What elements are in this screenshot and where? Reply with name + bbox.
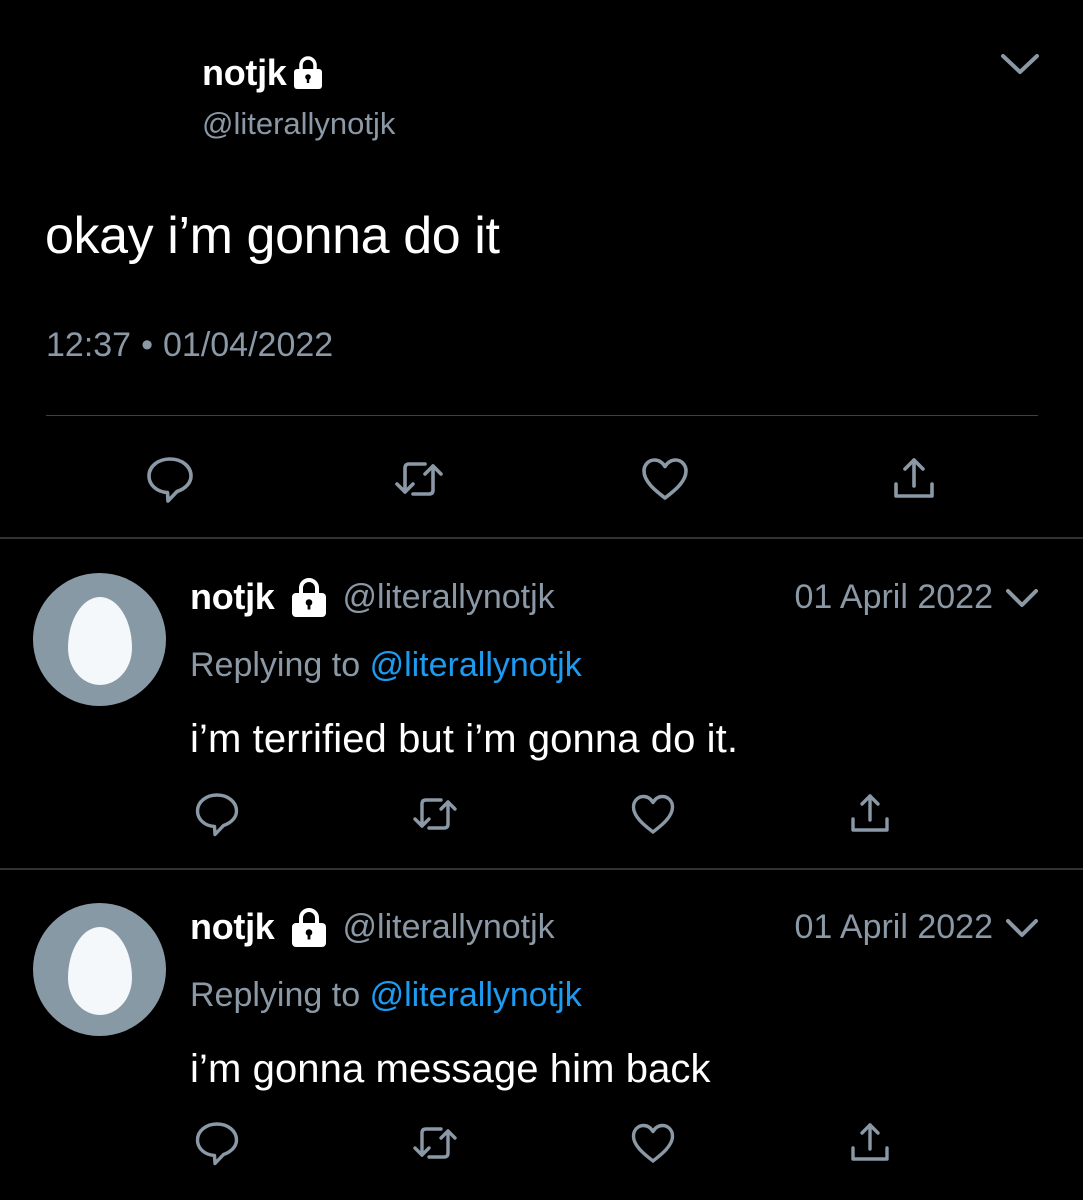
tweet-text: i’m terrified but i’m gonna do it.: [190, 717, 739, 761]
reply-header: notjk @literallynotjk: [190, 574, 555, 620]
author-handle[interactable]: @literallynotjk: [202, 106, 395, 142]
like-icon: [631, 1123, 675, 1163]
replying-to: Replying to @literallynotjk: [190, 646, 582, 685]
tweet-text: i’m gonna message him back: [190, 1047, 711, 1091]
replying-to: Replying to @literallynotjk: [190, 976, 582, 1015]
reply-date: 01 April 2022: [794, 578, 994, 616]
reply-icon: [195, 1122, 239, 1166]
retweet-icon: [413, 1127, 457, 1159]
tweet-time: 12:37: [46, 326, 132, 364]
like-button[interactable]: [629, 1120, 677, 1166]
reply-icon: [147, 457, 193, 503]
retweet-button[interactable]: [411, 791, 459, 837]
like-button[interactable]: [639, 454, 691, 504]
chevron-down-icon[interactable]: [1004, 915, 1040, 941]
avatar[interactable]: [33, 903, 166, 1036]
tweet-text: okay i’m gonna do it: [45, 207, 500, 265]
reply-icon: [195, 793, 239, 837]
replying-to-mention[interactable]: @literallynotjk: [370, 976, 582, 1014]
main-tweet: notjk @literallynotjk okay i’m gonna do …: [0, 0, 1083, 538]
retweet-icon: [413, 798, 457, 830]
replying-to-mention[interactable]: @literallynotjk: [370, 646, 582, 684]
reply-header: notjk @literallynotjk: [190, 904, 555, 950]
meta-separator: •: [141, 326, 153, 364]
main-tweet-divider: [46, 415, 1038, 416]
tweet-timestamp: 12:37 • 01/04/2022: [46, 326, 333, 365]
author-handle[interactable]: @literallynotjk: [343, 578, 555, 617]
main-tweet-name-row: notjk: [202, 50, 395, 96]
share-icon: [894, 458, 934, 498]
chevron-down-icon[interactable]: [1004, 585, 1040, 611]
main-tweet-header: notjk @literallynotjk: [202, 50, 395, 142]
default-egg-avatar-icon: [68, 927, 132, 1015]
lock-icon: [287, 905, 331, 949]
chevron-down-icon[interactable]: [998, 48, 1042, 78]
author-display-name[interactable]: notjk: [190, 906, 275, 948]
avatar[interactable]: [33, 573, 166, 706]
reply-tweet[interactable]: notjk @literallynotjk 01 April 2022 Repl…: [0, 870, 1083, 1200]
author-display-name[interactable]: notjk: [190, 576, 275, 618]
share-button[interactable]: [846, 791, 894, 837]
replying-to-label: Replying to: [190, 976, 361, 1014]
share-button[interactable]: [846, 1120, 894, 1166]
share-icon: [851, 794, 889, 832]
reply-button[interactable]: [193, 791, 241, 837]
share-icon: [851, 1123, 889, 1161]
reply-date: 01 April 2022: [794, 908, 994, 946]
default-egg-avatar-icon: [68, 597, 132, 685]
share-button[interactable]: [888, 454, 940, 504]
reply-button[interactable]: [144, 454, 196, 504]
lock-icon: [291, 55, 325, 91]
author-handle[interactable]: @literallynotjk: [343, 908, 555, 947]
tweet-date: 01/04/2022: [163, 326, 334, 364]
reply-button[interactable]: [193, 1120, 241, 1166]
reply-tweet[interactable]: notjk @literallynotjk 01 April 2022 Repl…: [0, 539, 1083, 869]
author-display-name[interactable]: notjk: [202, 52, 287, 94]
retweet-button[interactable]: [393, 454, 445, 504]
retweet-button[interactable]: [411, 1120, 459, 1166]
like-icon: [631, 794, 675, 834]
like-icon: [642, 458, 688, 500]
replying-to-label: Replying to: [190, 646, 361, 684]
lock-icon: [287, 575, 331, 619]
retweet-icon: [395, 462, 443, 496]
like-button[interactable]: [629, 791, 677, 837]
